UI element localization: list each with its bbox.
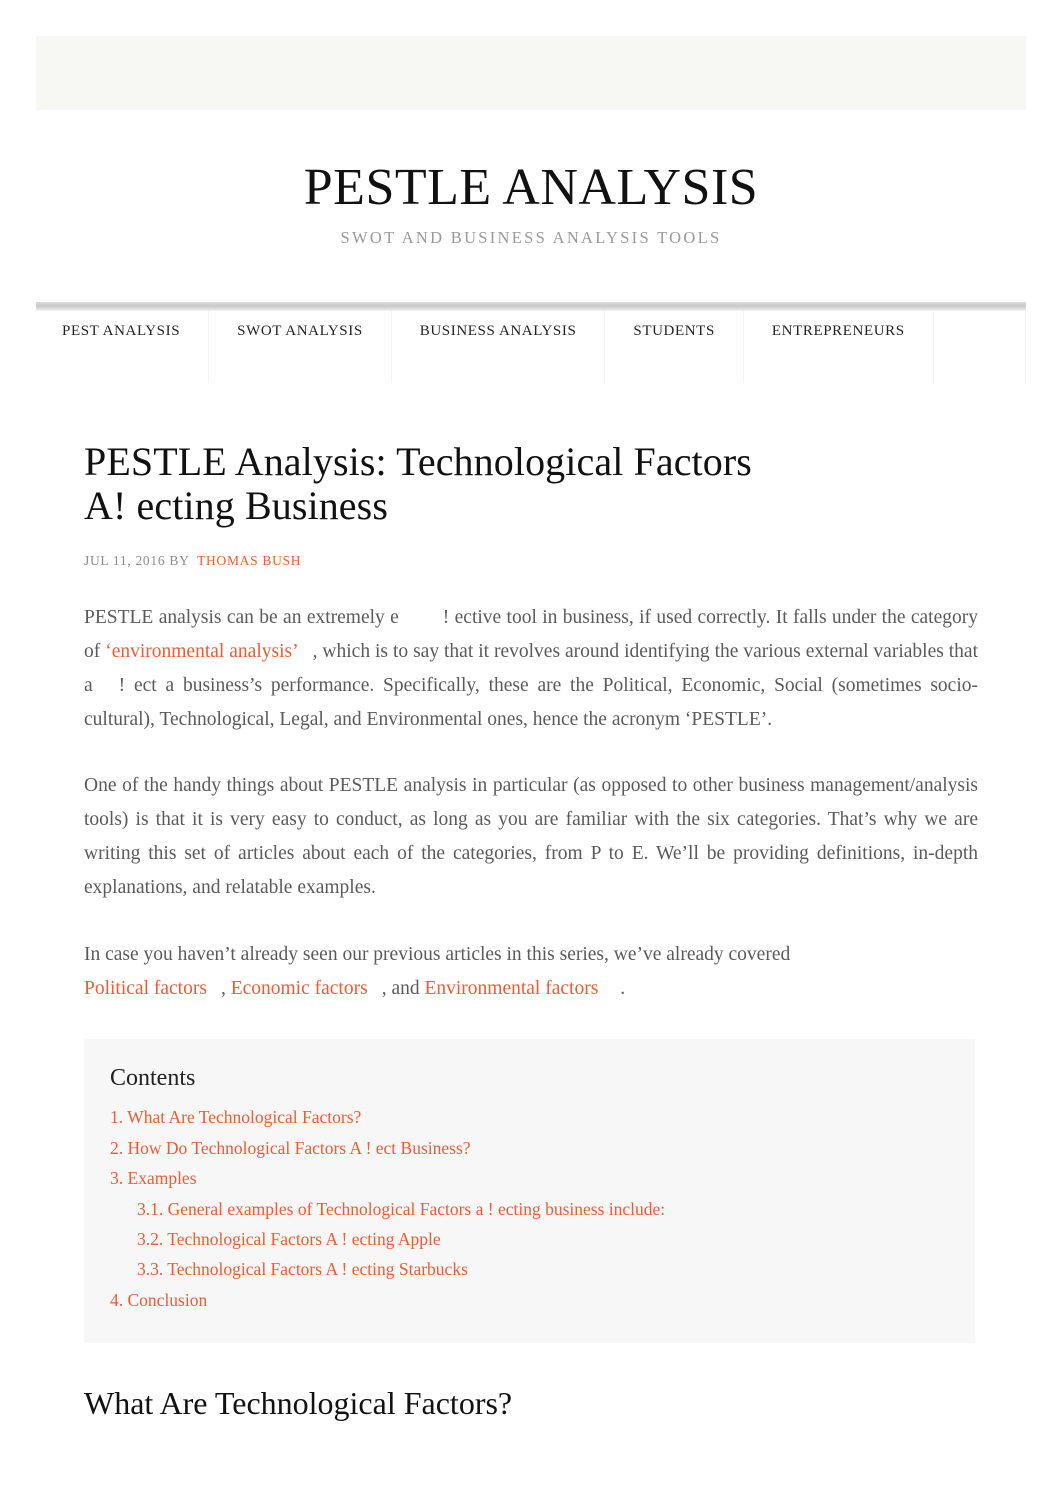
paragraph-previous-part-1: In case you haven’t already seen our pre…: [84, 944, 791, 966]
paragraph-previous-sep-1: ,: [220, 978, 226, 1000]
site-tagline: SWOT AND BUSINESS ANALYSIS TOOLS: [340, 228, 722, 248]
list-item[interactable]: 3.1. General examples of Technological F…: [110, 1194, 949, 1224]
site-header: PESTLE ANALYSIS SWOT AND BUSINESS ANALYS…: [36, 110, 1026, 303]
list-item[interactable]: 3.3. Technological Factors A ! ecting St…: [110, 1254, 949, 1284]
primary-navigation: PEST ANALYSIS SWOT ANALYSIS BUSINESS ANA…: [36, 311, 1026, 383]
nav-filler: [934, 311, 1026, 383]
toc-link-3-3[interactable]: 3.3. Technological Factors A ! ecting St…: [137, 1259, 468, 1279]
environmental-factors-link[interactable]: Environmental factors: [424, 978, 598, 999]
list-item[interactable]: 3.2. Technological Factors A ! ecting Ap…: [110, 1224, 949, 1254]
nav-item-entrepreneurs[interactable]: ENTREPRENEURS: [744, 311, 934, 383]
entry-meta: JUL 11, 2016 BY THOMAS BUSH: [36, 529, 1026, 569]
toc-link-3[interactable]: 3. Examples: [110, 1168, 197, 1188]
nav-item-students[interactable]: STUDENTS: [605, 311, 744, 383]
page-root: PESTLE ANALYSIS SWOT AND BUSINESS ANALYS…: [0, 0, 1062, 1506]
political-factors-link[interactable]: Political factors: [84, 978, 207, 999]
toc-link-2[interactable]: 2. How Do Technological Factors A ! ect …: [110, 1138, 471, 1158]
entry-author-link[interactable]: THOMAS BUSH: [197, 553, 301, 568]
entry-date: JUL 11, 2016: [84, 552, 166, 568]
toc-list: 1. What Are Technological Factors? 2. Ho…: [110, 1102, 949, 1315]
paragraph-previous-sep-2: , and: [381, 978, 420, 1000]
page-title: PESTLE Analysis: Technological Factors A…: [36, 400, 1026, 529]
nav-item-swot-analysis[interactable]: SWOT ANALYSIS: [209, 311, 392, 383]
entry-content: PESTLE analysis can be an extremely e ! e…: [36, 569, 1026, 1423]
paragraph-previous-end: .: [620, 978, 626, 1000]
list-item[interactable]: 4. Conclusion: [110, 1285, 949, 1315]
entry-title-line-2: A! ecting Business: [84, 483, 388, 529]
toc-title: Contents: [110, 1065, 196, 1091]
paragraph-intro: PESTLE analysis can be an extremely e ! e…: [84, 601, 978, 737]
paragraph-handy-things: One of the handy things about PESTLE ana…: [84, 775, 978, 899]
paragraph-intro-part-1: PESTLE analysis can be an extremely e: [84, 606, 399, 628]
entry-by-label: BY: [169, 552, 190, 568]
entry-title-line-1: PESTLE Analysis: Technological Factors: [84, 439, 752, 484]
nav-top-divider: [36, 302, 1026, 311]
nav-item-business-analysis[interactable]: BUSINESS ANALYSIS: [392, 311, 606, 383]
economic-factors-link[interactable]: Economic factors: [231, 978, 368, 999]
site-title[interactable]: PESTLE ANALYSIS: [36, 110, 1026, 216]
paragraph-previous-articles: In case you haven’t already seen our pre…: [84, 938, 978, 1006]
section-heading-what-are-technological-factors: What Are Technological Factors?: [84, 1385, 513, 1422]
toc-link-3-2[interactable]: 3.2. Technological Factors A ! ecting Ap…: [137, 1229, 441, 1249]
toc-link-3-1[interactable]: 3.1. General examples of Technological F…: [137, 1199, 665, 1219]
top-banner-ad-slot: [36, 36, 1026, 110]
environmental-analysis-link[interactable]: ‘environmental analysis’: [105, 641, 298, 662]
article: PESTLE Analysis: Technological Factors A…: [36, 400, 1026, 1423]
list-item[interactable]: 1. What Are Technological Factors?: [110, 1102, 949, 1132]
nav-item-pest-analysis[interactable]: PEST ANALYSIS: [36, 311, 210, 383]
table-of-contents: Contents 1. What Are Technological Facto…: [84, 1039, 975, 1344]
toc-link-1[interactable]: 1. What Are Technological Factors?: [110, 1107, 361, 1127]
list-item[interactable]: 2. How Do Technological Factors A ! ect …: [110, 1133, 949, 1163]
toc-link-4[interactable]: 4. Conclusion: [110, 1290, 207, 1310]
list-item[interactable]: 3. Examples: [110, 1163, 949, 1193]
paragraph-intro-part-4: ! ect a business’s performance. Specific…: [84, 674, 978, 730]
